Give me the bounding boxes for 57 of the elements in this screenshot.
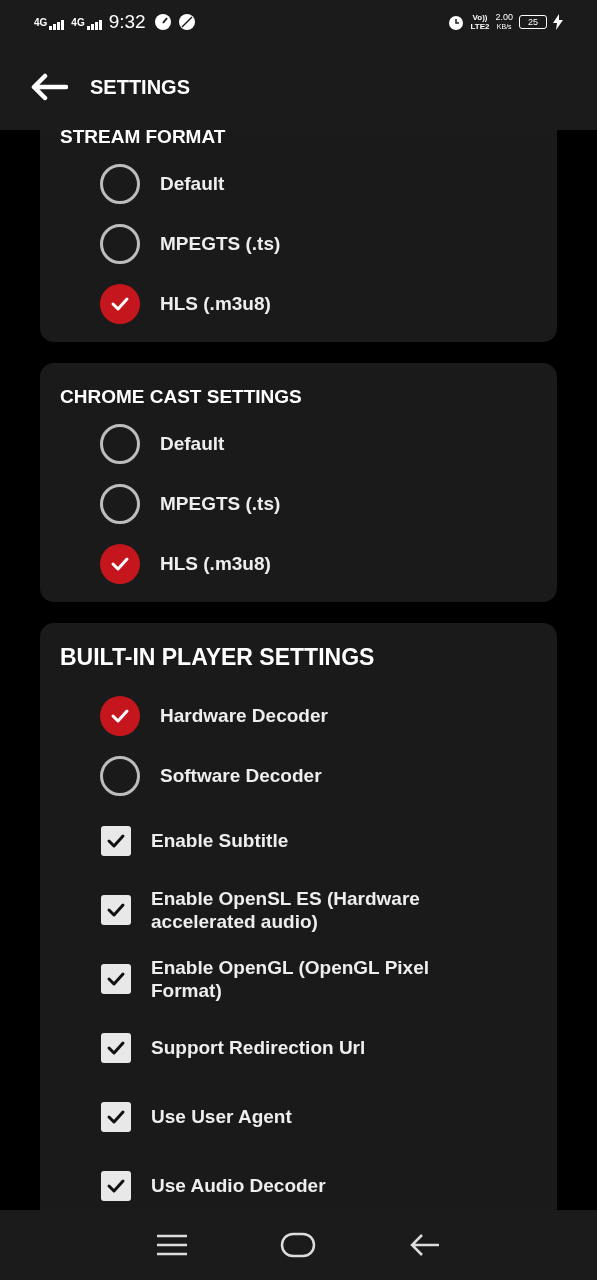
checkmark-icon (106, 901, 126, 918)
option-label: Default (160, 431, 225, 456)
network-label: 4G (34, 15, 48, 30)
option-label: HLS (.m3u8) (160, 551, 271, 576)
option-label: Enable OpenSL ES (Hardware accelerated audio) (151, 886, 421, 933)
radio-button[interactable] (100, 696, 140, 736)
checkbox[interactable] (101, 1032, 131, 1063)
checkmark-icon (110, 556, 130, 572)
option-label: MPEGTS (.ts) (160, 231, 281, 256)
option-label: HLS (.m3u8) (160, 291, 271, 316)
checkmark-icon (106, 1177, 126, 1194)
radio-button[interactable] (100, 484, 140, 524)
volte-label: Vo)) (472, 13, 488, 22)
checkbox[interactable] (101, 1170, 131, 1201)
radio-button[interactable] (100, 284, 140, 324)
checkbox[interactable] (101, 825, 131, 856)
clock-time: 9:32 (108, 9, 146, 34)
back-arrow-icon[interactable] (30, 73, 68, 101)
checkmark-icon (110, 296, 130, 312)
option-label: Use User Agent (151, 1105, 292, 1128)
radio-button[interactable] (100, 224, 140, 264)
checkmark-icon (110, 708, 130, 724)
checkmark-icon (106, 1108, 126, 1125)
home-icon[interactable] (280, 1232, 317, 1258)
checkbox[interactable] (101, 894, 131, 925)
charging-icon (553, 14, 563, 30)
section-title: STREAM FORMAT (59, 130, 227, 149)
signal-icon (86, 19, 103, 30)
radio-button[interactable] (100, 164, 140, 204)
network-label: 4G (71, 15, 85, 30)
back-icon[interactable] (408, 1232, 441, 1258)
battery-level: 25 (528, 17, 538, 27)
option-label: Hardware Decoder (160, 703, 328, 728)
speed-value: 2.00 (495, 12, 513, 22)
option-label: Use Audio Decoder (151, 1174, 326, 1197)
checkmark-icon (106, 1039, 126, 1056)
speedometer-icon (153, 13, 172, 31)
checkmark-icon (106, 832, 126, 849)
option-label: Enable Subtitle (151, 829, 289, 852)
checkmark-icon (106, 970, 126, 987)
radio-button[interactable] (100, 424, 140, 464)
page-title: SETTINGS (90, 75, 190, 100)
option-label: Enable OpenGL (OpenGL Pixel Format) (151, 955, 431, 1002)
section-title: BUILT-IN PLAYER SETTINGS (59, 643, 376, 671)
option-label: Support Redirection Url (151, 1036, 366, 1059)
alarm-icon (446, 13, 465, 31)
checkbox[interactable] (101, 963, 131, 994)
signal-icon (49, 19, 66, 30)
radio-button[interactable] (100, 756, 140, 796)
menu-icon[interactable] (156, 1233, 189, 1257)
radio-button[interactable] (100, 544, 140, 584)
option-label: MPEGTS (.ts) (160, 491, 281, 516)
option-label: Software Decoder (160, 763, 322, 788)
checkbox[interactable] (101, 1101, 131, 1132)
section-title: CHROME CAST SETTINGS (59, 385, 303, 409)
lte-label: LTE2 (470, 22, 490, 31)
option-label: Default (160, 171, 225, 196)
